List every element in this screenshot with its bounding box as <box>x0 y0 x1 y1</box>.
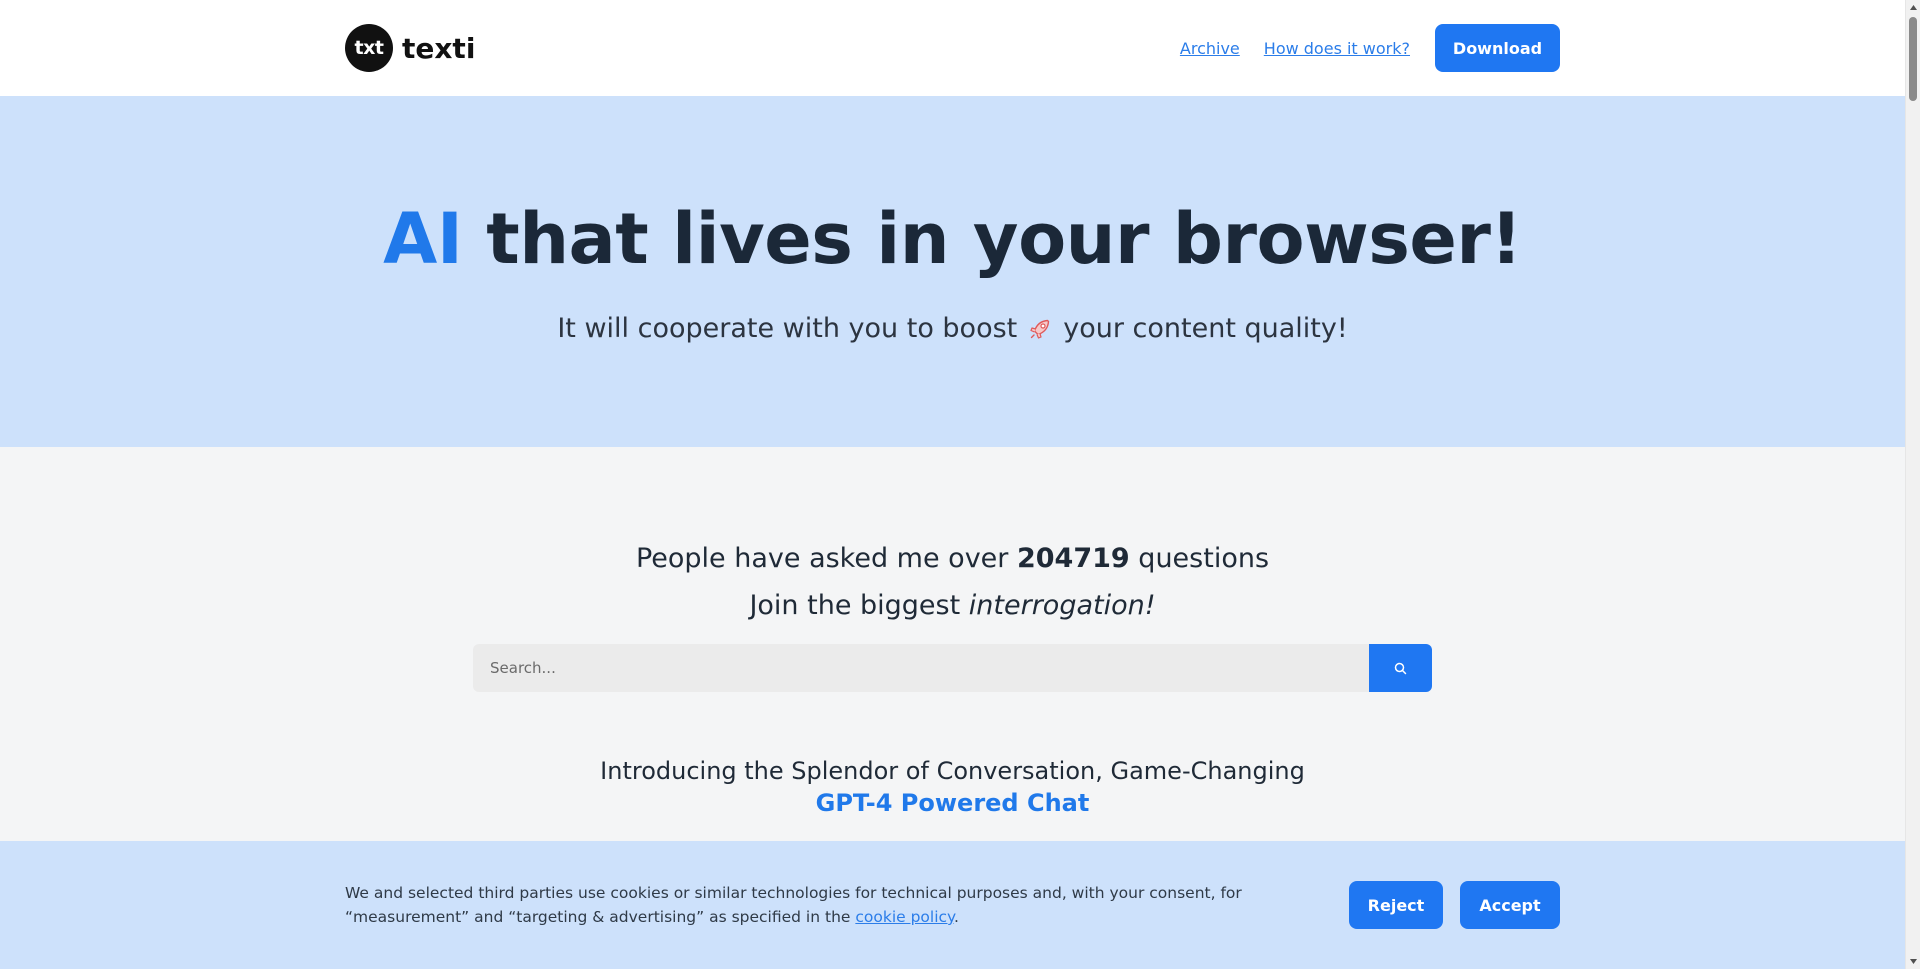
hero-title-rest: that lives in your browser! <box>462 198 1522 280</box>
question-count-prefix: People have asked me over <box>635 543 1017 574</box>
join-emphasis: interrogation! <box>968 590 1156 621</box>
cookie-text-end: . <box>954 908 959 926</box>
download-button[interactable]: Download <box>1435 24 1560 72</box>
page: txt texti Archive How does it work? Down… <box>0 0 1905 969</box>
logo-mark: txt <box>345 24 393 72</box>
cookie-banner: We and selected third parties use cookie… <box>0 841 1905 969</box>
hero-subtitle-start: It will cooperate with you to boost <box>557 313 1018 344</box>
hero-section: AI that lives in your browser! It will c… <box>0 96 1905 447</box>
reject-button[interactable]: Reject <box>1349 881 1443 929</box>
search-button[interactable] <box>1369 644 1432 692</box>
hero-title: AI that lives in your browser! <box>383 204 1522 274</box>
logo[interactable]: txt texti <box>345 24 475 72</box>
join-prefix: Join the biggest <box>749 590 969 621</box>
join-line: Join the biggest interrogation! <box>749 590 1155 621</box>
accept-button[interactable]: Accept <box>1460 881 1560 929</box>
vertical-scrollbar[interactable] <box>1905 0 1920 969</box>
hero-title-accent: AI <box>383 198 463 280</box>
search-input[interactable] <box>473 644 1369 692</box>
intro-block: Introducing the Splendor of Conversation… <box>600 757 1305 817</box>
cookie-actions: Reject Accept <box>1349 881 1560 929</box>
intro-heading: Introducing the Splendor of Conversation… <box>600 757 1305 785</box>
cookie-text-body: We and selected third parties use cookie… <box>345 884 1242 926</box>
intro-highlight: GPT-4 Powered Chat <box>815 789 1090 817</box>
rocket-icon <box>1027 316 1053 342</box>
site-header: txt texti Archive How does it work? Down… <box>0 0 1905 96</box>
hero-subtitle: It will cooperate with you to boost your… <box>557 313 1347 344</box>
nav-link-how-it-works[interactable]: How does it work? <box>1264 39 1410 58</box>
cookie-policy-link[interactable]: cookie policy <box>855 908 954 926</box>
search-icon <box>1394 662 1407 675</box>
scroll-up-arrow-icon[interactable] <box>1906 0 1920 15</box>
nav-link-archive[interactable]: Archive <box>1180 39 1240 58</box>
search-bar <box>473 644 1432 692</box>
cookie-text: We and selected third parties use cookie… <box>345 881 1305 929</box>
question-count-line: People have asked me over 204719 questio… <box>636 543 1269 574</box>
main-nav: Archive How does it work? Download <box>1180 24 1560 72</box>
stats-section: People have asked me over 204719 questio… <box>0 447 1905 817</box>
scrollbar-thumb[interactable] <box>1909 17 1917 101</box>
scroll-down-arrow-icon[interactable] <box>1906 954 1920 969</box>
question-count: 204719 <box>1016 543 1130 574</box>
hero-subtitle-end: your content quality! <box>1063 313 1348 344</box>
logo-text: texti <box>402 31 476 65</box>
question-count-suffix: questions <box>1129 543 1270 574</box>
